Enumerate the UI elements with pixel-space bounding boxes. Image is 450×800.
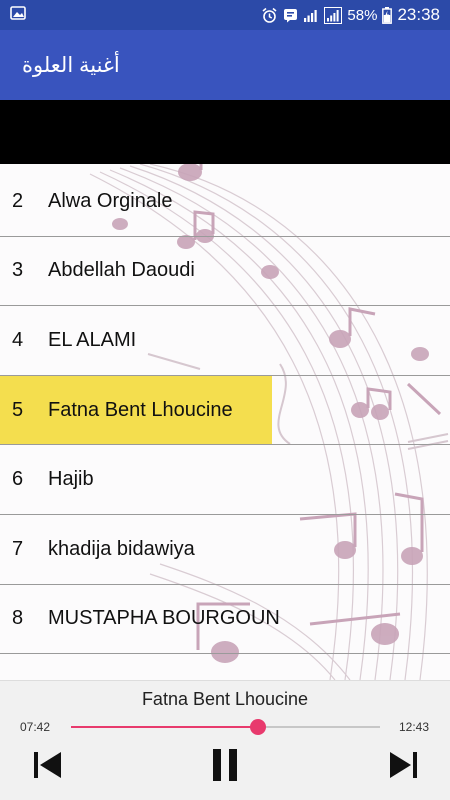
song-title: Fatna Bent Lhoucine — [48, 398, 233, 421]
song-number: 7 — [12, 537, 24, 560]
song-row[interactable]: 8 MUSTAPHA BOURGOUN — [0, 585, 450, 655]
skip-next-button[interactable] — [383, 747, 423, 787]
status-bar: 58% 23:38 — [0, 0, 450, 30]
alarm-icon — [261, 7, 278, 24]
song-row[interactable]: 3 Abdellah Daoudi — [0, 237, 450, 307]
song-title: khadija bidawiya — [48, 537, 195, 560]
total-time: 12:43 — [399, 720, 430, 734]
battery-icon — [382, 6, 393, 24]
clock-time: 23:38 — [397, 5, 440, 24]
app-title: أغنية العلوة — [22, 53, 120, 77]
song-title: Alwa Orginale — [48, 189, 173, 212]
skip-previous-button[interactable] — [28, 747, 68, 787]
song-list[interactable]: 2 Alwa Orginale 3 Abdellah Daoudi 4 EL ALAMI 5… — [0, 164, 450, 680]
message-icon — [283, 8, 298, 23]
seek-thumb[interactable] — [249, 719, 266, 735]
song-row[interactable]: 7 khadija bidawiya — [0, 515, 450, 585]
song-row[interactable]: 5 Fatna Bent Lhoucine — [0, 375, 450, 446]
seek-progress — [71, 726, 258, 728]
song-title: Hajib — [48, 468, 94, 491]
song-row[interactable]: 2 Alwa Orginale — [0, 167, 450, 237]
now-playing-title: Fatna Bent Lhoucine — [141, 689, 309, 709]
song-row[interactable]: 6 Hajib — [0, 445, 450, 515]
ad-banner[interactable] — [0, 100, 450, 164]
skip-next-icon — [387, 750, 419, 785]
song-title: MUSTAPHA BOURGOUN — [48, 607, 280, 630]
seek-bar[interactable] — [71, 719, 380, 735]
skip-previous-icon — [32, 750, 64, 785]
song-number: 6 — [12, 468, 24, 491]
app-bar: أغنية العلوة — [0, 30, 450, 100]
song-title: EL ALAMI — [48, 328, 137, 351]
song-number: 5 — [12, 398, 24, 421]
song-number: 2 — [12, 189, 24, 212]
player-bar: Fatna Bent Lhoucine 07:42 12:43 — [0, 680, 450, 800]
signal-icon — [324, 6, 343, 24]
song-title: Abdellah Daoudi — [48, 259, 195, 282]
song-row[interactable]: 4 EL ALAMI — [0, 306, 450, 376]
song-number: 8 — [12, 607, 24, 630]
signal-icon — [303, 8, 319, 23]
current-time: 07:42 — [20, 720, 51, 734]
song-number: 3 — [12, 259, 24, 282]
pause-button[interactable] — [205, 747, 245, 787]
battery-percent: 58% — [347, 6, 378, 24]
pause-icon — [210, 748, 240, 787]
song-number: 4 — [12, 328, 24, 351]
gallery-icon — [10, 5, 26, 25]
